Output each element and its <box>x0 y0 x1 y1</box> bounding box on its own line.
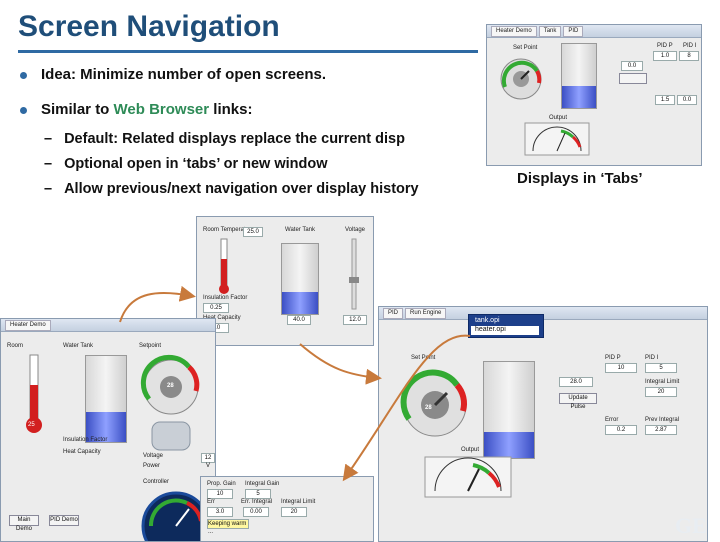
navigation-arrows <box>119 285 471 482</box>
